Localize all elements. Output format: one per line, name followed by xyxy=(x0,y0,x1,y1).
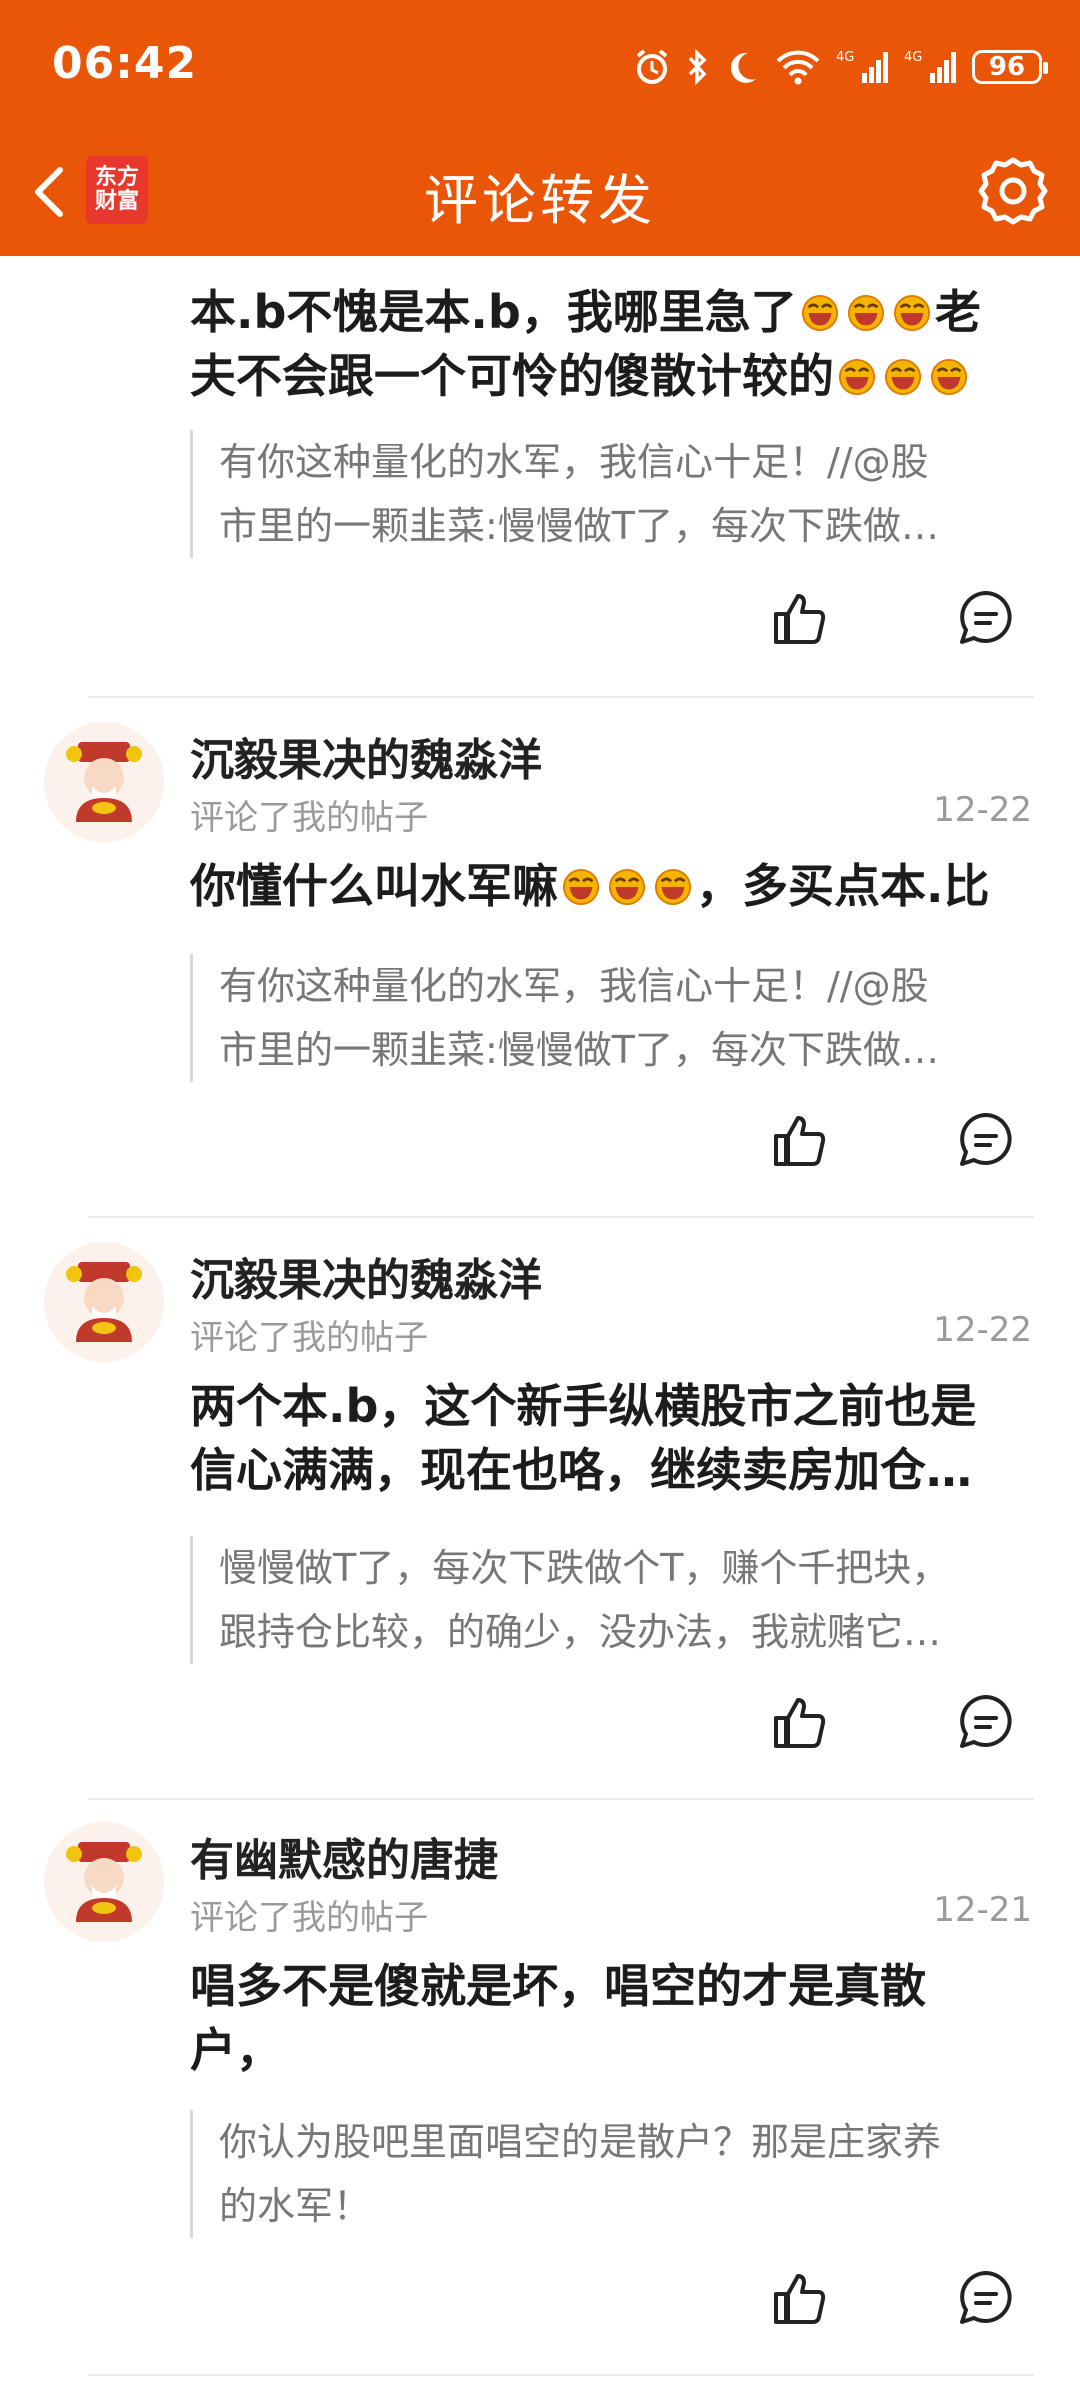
laugh-emoji-icon xyxy=(654,868,692,906)
quote-line: 有你这种量化的水军，我信心十足！//@股 xyxy=(219,440,929,484)
timestamp: 12-22 xyxy=(933,1310,1032,1350)
thumbs-up-icon[interactable] xyxy=(770,1692,830,1752)
laugh-emoji-icon xyxy=(562,868,600,906)
comment-text: 你懂什么叫水军嘛 ，多买点本.比 xyxy=(190,859,990,913)
alarm-icon xyxy=(632,44,672,90)
app-header: 06:42 4G 4G 96 东方 财富 评论转发 xyxy=(0,0,1080,256)
quoted-post[interactable]: 有你这种量化的水军，我信心十足！//@股 市里的一颗韭菜:慢慢做T了，每次下跌做… xyxy=(190,954,1039,1082)
quote-line: 慢慢做T了，每次下跌做个T，赚个千把块， xyxy=(219,1546,950,1590)
comment-line: 唱多不是傻就是坏，唱空的才是真散 xyxy=(190,1959,926,2013)
comment-icon[interactable] xyxy=(956,2268,1016,2328)
page-title: 评论转发 xyxy=(424,169,656,232)
settings-button[interactable] xyxy=(976,154,1050,228)
comment-icon[interactable] xyxy=(956,588,1016,648)
thumbs-up-icon[interactable] xyxy=(770,1110,830,1170)
status-icons: 4G 4G 96 xyxy=(632,42,1048,92)
thumbs-up-icon[interactable] xyxy=(770,2268,830,2328)
laugh-emoji-icon xyxy=(608,868,646,906)
quote-line: 跟持仓比较，的确少，没办法，我就赌它… xyxy=(219,1610,942,1654)
comment-text: 两个本.b，这个新手纵横股市之前也是 信心满满，现在也咯，继续卖房加仓… xyxy=(190,1374,1020,1502)
status-bar: 06:42 4G 4G 96 xyxy=(0,0,1080,130)
caishen-avatar-icon xyxy=(44,1242,164,1362)
timestamp: 12-21 xyxy=(933,1890,1032,1930)
laugh-emoji-icon xyxy=(838,358,876,396)
thumbs-up-icon[interactable] xyxy=(770,588,830,648)
laugh-emoji-icon xyxy=(893,294,930,332)
divider xyxy=(88,2374,1034,2376)
list-item[interactable]: 有幽默感的唐捷 评论了我的帖子 12-21 唱多不是傻就是坏，唱空的才是真散 户… xyxy=(0,1798,1080,2378)
username[interactable]: 沉毅果决的魏淼洋 xyxy=(190,1244,542,1308)
activity-text: 评论了我的帖子 xyxy=(190,798,428,838)
list-item[interactable]: 沉毅果决的魏淼洋 评论了我的帖子 12-22 两个本.b，这个新手纵横股市之前也… xyxy=(0,1218,1080,1800)
avatar[interactable] xyxy=(44,1242,164,1362)
list-item[interactable]: 本.b不愧是本.b，我哪里急了老 夫不会跟一个可怜的傻散计较的 有你这种量化的水… xyxy=(0,256,1080,698)
comment-line: 信心满满，现在也咯，继续卖房加仓… xyxy=(190,1443,972,1497)
activity-text: 评论了我的帖子 xyxy=(190,1898,428,1938)
quoted-post[interactable]: 你认为股吧里面唱空的是散户？那是庄家养 的水军！ xyxy=(190,2110,1039,2238)
comment-text: 唱多不是傻就是坏，唱空的才是真散 户， xyxy=(190,1954,1020,2082)
quote-line: 市里的一颗韭菜:慢慢做T了，每次下跌做… xyxy=(219,1028,940,1072)
list-item[interactable]: 沉毅果决的魏淼洋 评论了我的帖子 12-22 你懂什么叫水军嘛 ，多买点本.比 有… xyxy=(0,698,1080,1218)
quote-line: 有你这种量化的水军，我信心十足！//@股 xyxy=(219,964,929,1008)
signal-icon: 4G xyxy=(904,44,958,90)
quote-line: 你认为股吧里面唱空的是散户？那是庄家养 xyxy=(219,2120,942,2164)
comment-line: 两个本.b，这个新手纵横股市之前也是 xyxy=(190,1379,977,1433)
comment-icon[interactable] xyxy=(956,1692,1016,1752)
activity-text: 评论了我的帖子 xyxy=(190,1318,428,1358)
comment-text: 本.b不愧是本.b，我哪里急了老 夫不会跟一个可怜的傻散计较的 xyxy=(190,285,981,403)
caishen-avatar-icon xyxy=(44,1822,164,1942)
caishen-avatar-icon xyxy=(44,722,164,842)
quoted-post[interactable]: 有你这种量化的水军，我信心十足！//@股 市里的一颗韭菜:慢慢做T了，每次下跌做… xyxy=(190,430,1039,558)
timestamp: 12-22 xyxy=(933,790,1032,830)
quote-line: 的水军！ xyxy=(219,2184,372,2228)
moon-icon xyxy=(724,44,760,90)
status-time: 06:42 xyxy=(52,38,198,89)
comment-icon[interactable] xyxy=(956,1110,1016,1170)
svg-text:4G: 4G xyxy=(904,50,922,65)
laugh-emoji-icon xyxy=(847,294,884,332)
wifi-icon xyxy=(774,44,822,90)
signal-icon: 4G xyxy=(836,44,890,90)
battery-indicator: 96 xyxy=(972,50,1048,84)
avatar[interactable] xyxy=(44,1822,164,1942)
comment-line: 户， xyxy=(190,2023,282,2077)
avatar[interactable] xyxy=(44,722,164,842)
laugh-emoji-icon xyxy=(930,358,968,396)
username[interactable]: 有幽默感的唐捷 xyxy=(190,1824,498,1888)
gear-icon xyxy=(978,157,1048,225)
quoted-post[interactable]: 慢慢做T了，每次下跌做个T，赚个千把块， 跟持仓比较，的确少，没办法，我就赌它… xyxy=(190,1536,1039,1664)
nav-bar: 东方 财富 评论转发 xyxy=(0,130,1080,256)
laugh-emoji-icon xyxy=(801,294,838,332)
bluetooth-icon xyxy=(686,44,710,90)
quote-line: 市里的一颗韭菜:慢慢做T了，每次下跌做… xyxy=(219,504,940,548)
laugh-emoji-icon xyxy=(884,358,922,396)
svg-text:4G: 4G xyxy=(836,50,854,65)
username[interactable]: 沉毅果决的魏淼洋 xyxy=(190,724,542,788)
